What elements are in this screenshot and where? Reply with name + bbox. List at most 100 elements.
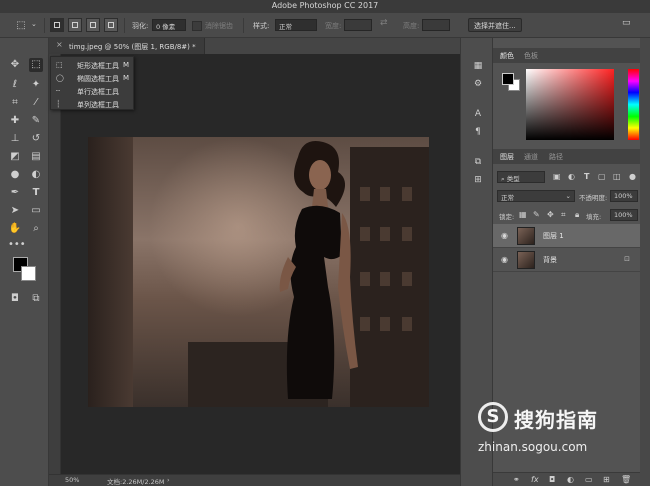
dodge-tool-icon[interactable]: ◐	[29, 168, 43, 182]
tab-color[interactable]: 颜色	[500, 51, 514, 61]
adjustments-panel-icon[interactable]: ⊞	[472, 174, 484, 186]
flyout-item-single-row-marquee[interactable]: ┄ 单行选框工具	[51, 85, 135, 97]
watermark-name: 搜狗指南	[514, 408, 598, 432]
chevron-right-icon[interactable]: ›	[167, 476, 170, 484]
path-selection-icon[interactable]: ➤	[8, 204, 22, 218]
lasso-tool-icon[interactable]: ℓ	[8, 78, 22, 92]
feather-input[interactable]: 0 像素	[152, 19, 186, 31]
move-tool-icon[interactable]: ✥	[8, 58, 22, 72]
fill-input[interactable]: 100%	[610, 209, 638, 221]
add-selection-button[interactable]	[68, 18, 82, 32]
character-panel-icon[interactable]: A	[472, 108, 484, 120]
lock-icon: ⊡	[624, 255, 630, 263]
adjustment-icon[interactable]: ◐	[567, 475, 574, 484]
libraries-panel-icon[interactable]: ⧉	[472, 156, 484, 168]
paragraph-panel-icon[interactable]: ¶	[472, 126, 484, 138]
close-tab-icon[interactable]: ×	[56, 40, 63, 49]
lock-pixels-icon[interactable]: ✎	[533, 210, 540, 219]
screen-mode-icon[interactable]: ⧉	[29, 292, 43, 306]
filter-shape-icon[interactable]: ▢	[598, 172, 606, 181]
clone-stamp-icon[interactable]: ⊥	[8, 132, 22, 146]
history-brush-icon[interactable]: ↺	[29, 132, 43, 146]
gradient-tool-icon[interactable]: ▤	[29, 150, 43, 164]
filter-smart-object-icon[interactable]: ◫	[613, 172, 621, 181]
select-and-mask-button[interactable]: 选择并遮住...	[468, 18, 522, 32]
quick-mask-icon[interactable]: ◘	[8, 292, 22, 306]
filter-type-icon[interactable]: T	[584, 172, 589, 181]
layer-filter-select[interactable]: ⌕ 类型	[497, 171, 545, 183]
filter-adjustment-icon[interactable]: ◐	[568, 172, 575, 181]
height-input[interactable]	[422, 19, 450, 31]
lock-artboard-icon[interactable]: ⌗	[561, 210, 566, 220]
shortcut-key: M	[122, 61, 129, 69]
lock-transparent-icon[interactable]: ▦	[519, 210, 527, 219]
hand-tool-icon[interactable]: ✋	[8, 222, 22, 236]
new-selection-button[interactable]	[50, 18, 64, 32]
flyout-item-label: 椭圆选框工具	[77, 75, 119, 83]
workspace-icon[interactable]: ▭	[622, 18, 631, 28]
antialias-checkbox[interactable]	[192, 21, 202, 31]
folder-icon[interactable]: ▭	[585, 475, 593, 484]
document-image[interactable]	[88, 137, 429, 407]
zoom-tool-icon[interactable]: ⌕	[29, 222, 43, 236]
mask-icon[interactable]: ◘	[549, 475, 555, 484]
visibility-eye-icon[interactable]: ◉	[501, 255, 508, 264]
filter-toggle-icon[interactable]: ●	[629, 172, 636, 181]
pen-tool-icon[interactable]: ✒	[8, 186, 22, 200]
fx-icon[interactable]: fx	[531, 475, 539, 484]
marquee-preset-icon[interactable]: ⬚	[14, 19, 28, 33]
link-icon[interactable]: ⚭	[513, 475, 520, 484]
more-tools-icon[interactable]: •••	[8, 238, 26, 252]
trash-icon[interactable]: 🗑︎	[621, 475, 631, 484]
filter-image-icon[interactable]: ▣	[553, 172, 561, 181]
color-panel-foreground-swatch[interactable]	[502, 73, 514, 85]
flyout-item-label: 单列选框工具	[77, 101, 119, 109]
tab-swatches[interactable]: 色板	[524, 51, 538, 61]
layer-filter-value: 类型	[506, 175, 520, 183]
history-panel-icon[interactable]: ▦	[472, 60, 484, 72]
layer-row[interactable]: ◉ 背景 ⊡	[493, 248, 640, 272]
tab-channels[interactable]: 通道	[524, 152, 538, 162]
eraser-icon[interactable]: ◩	[8, 150, 22, 164]
hue-slider[interactable]	[628, 69, 639, 140]
subtract-selection-button[interactable]	[86, 18, 100, 32]
flyout-item-single-column-marquee[interactable]: ┆ 单列选框工具	[51, 98, 135, 110]
lock-all-icon[interactable]: 🔒︎	[575, 210, 579, 220]
layer-row[interactable]: ◉ 图层 1	[493, 224, 640, 248]
panel-scrollbar[interactable]	[640, 38, 650, 486]
crop-tool-icon[interactable]: ⌗	[8, 96, 22, 110]
intersect-selection-button[interactable]	[104, 18, 118, 32]
flyout-item-label: 矩形选框工具	[77, 62, 119, 70]
rectangle-tool-icon[interactable]: ▭	[29, 204, 43, 218]
blend-mode-select[interactable]: 正常 ⌄	[497, 190, 575, 202]
opacity-input[interactable]: 100%	[610, 190, 638, 202]
document-tab[interactable]: × timg.jpeg @ 50% (图层 1, RGB/8#) *	[49, 38, 205, 54]
swap-icon[interactable]: ⇄	[380, 18, 388, 28]
style-select[interactable]: 正常	[275, 19, 317, 31]
lock-position-icon[interactable]: ✥	[547, 210, 554, 219]
marquee-tool-icon[interactable]: ⬚	[29, 58, 43, 72]
healing-brush-icon[interactable]: ✚	[8, 114, 22, 128]
options-bar: ⬚ ⌄ 羽化: 0 像素 消除锯齿 样式: 正常 宽度: ⇄ 高度: 选择并遮住…	[0, 13, 650, 38]
blur-tool-icon[interactable]: ●	[8, 168, 22, 182]
flyout-item-rectangular-marquee[interactable]: ⬚ 矩形选框工具 M	[51, 59, 135, 71]
background-color-swatch[interactable]	[21, 266, 36, 281]
zoom-level[interactable]: 50%	[65, 476, 79, 484]
properties-panel-icon[interactable]: ⚙	[472, 78, 484, 90]
flyout-item-elliptical-marquee[interactable]: ◯ 椭圆选框工具 M	[51, 72, 135, 84]
chevron-down-icon[interactable]: ⌄	[31, 20, 37, 28]
brush-tool-icon[interactable]: ✎	[29, 114, 43, 128]
new-layer-icon[interactable]: ⊞	[603, 475, 610, 484]
tab-layers[interactable]: 图层	[500, 152, 514, 162]
tab-paths[interactable]: 路径	[549, 152, 563, 162]
fill-label: 填充:	[586, 213, 602, 221]
eyedropper-icon[interactable]: ⁄	[29, 96, 43, 110]
divider	[44, 18, 45, 33]
color-spectrum-field[interactable]	[526, 69, 614, 140]
width-input[interactable]	[344, 19, 372, 31]
type-tool-icon[interactable]: T	[29, 186, 43, 200]
divider	[243, 18, 244, 33]
visibility-eye-icon[interactable]: ◉	[501, 231, 508, 240]
magic-wand-icon[interactable]: ✦	[29, 78, 43, 92]
style-label: 样式:	[253, 22, 270, 30]
